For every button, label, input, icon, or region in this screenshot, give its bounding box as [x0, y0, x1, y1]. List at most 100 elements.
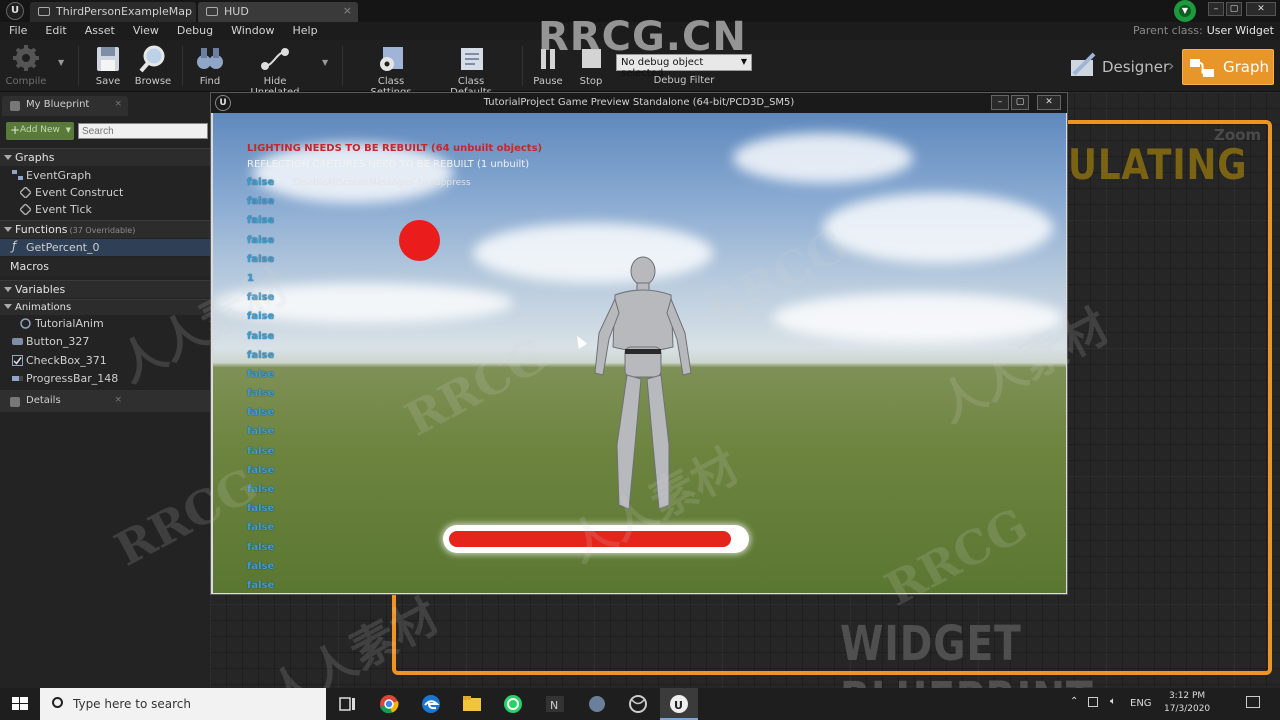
menu-asset[interactable]: Asset: [76, 22, 124, 37]
minimize-icon[interactable]: –: [991, 95, 1009, 110]
chevron-up-icon[interactable]: ⌃: [1070, 696, 1078, 707]
magnifier-icon: [137, 44, 169, 74]
close-icon[interactable]: ✕: [1037, 95, 1061, 110]
menu-window[interactable]: Window: [222, 22, 283, 37]
unreal-logo-icon[interactable]: U: [6, 2, 24, 20]
debug-print-line: false: [247, 426, 275, 438]
unreal-taskbar-item[interactable]: U: [660, 688, 698, 720]
menu-debug[interactable]: Debug: [168, 22, 222, 37]
class-defaults-button[interactable]: Class Defaults: [436, 44, 506, 98]
debug-print-line: false: [247, 253, 275, 265]
app-icon[interactable]: [585, 693, 609, 715]
close-tab-icon[interactable]: ×: [114, 99, 122, 109]
nvidia-app-icon[interactable]: N: [543, 693, 567, 715]
debug-print-line: false: [247, 445, 275, 457]
tutorial-anim-item[interactable]: TutorialAnim: [0, 315, 210, 332]
compile-label: Compile: [5, 76, 47, 87]
menu-help[interactable]: Help: [283, 22, 326, 37]
close-icon[interactable]: ✕: [1246, 2, 1276, 16]
overridable-count: (37 Overridable): [69, 226, 136, 235]
event-graph-item[interactable]: EventGraph: [0, 167, 210, 184]
maximize-icon[interactable]: ▢: [1011, 95, 1029, 110]
debug-print-line: false: [247, 522, 275, 534]
event-construct-item[interactable]: Event Construct: [0, 184, 210, 201]
red-circle-image: [399, 220, 440, 261]
close-tab-icon[interactable]: ×: [114, 395, 122, 405]
suppress-hint: 'DisableAllScreenMessages' to suppress: [291, 178, 471, 188]
find-button[interactable]: Find: [192, 44, 228, 87]
start-button[interactable]: [0, 688, 40, 720]
reflection-warning: REFLECTION CAPTURES NEED TO BE REBUILT (…: [247, 159, 530, 170]
parent-class-value: User Widget: [1206, 24, 1274, 37]
add-new-label: Add New: [20, 125, 60, 135]
notification-icon[interactable]: [1246, 696, 1260, 708]
button-variable-item[interactable]: Button_327: [0, 333, 210, 350]
gear-icon: [10, 44, 42, 74]
whatsapp-icon[interactable]: [501, 693, 525, 715]
variables-section[interactable]: Variables: [0, 280, 210, 298]
source-control-icon[interactable]: ▼: [1170, 0, 1198, 22]
graph-label: Graph: [1223, 58, 1270, 76]
get-percent-function-item[interactable]: ƒ GetPercent_0: [0, 239, 210, 256]
progressbar-variable-item[interactable]: ProgressBar_148: [0, 370, 210, 387]
maximize-icon[interactable]: ▢: [1226, 2, 1242, 16]
tab-details[interactable]: Details ×: [2, 392, 128, 412]
event-tick-item[interactable]: Event Tick: [0, 201, 210, 218]
graph-mode-button[interactable]: Graph: [1182, 49, 1274, 85]
browse-button[interactable]: Browse: [132, 44, 174, 87]
tab-thirdperson-map[interactable]: ThirdPersonExampleMap: [30, 2, 196, 22]
tab-label: My Blueprint: [26, 99, 90, 110]
menu-edit[interactable]: Edit: [36, 22, 75, 37]
minimize-icon[interactable]: –: [1208, 2, 1224, 16]
compile-dropdown-icon[interactable]: ▼: [58, 58, 64, 67]
search-input[interactable]: [78, 123, 208, 139]
clock-time: 3:12 PM: [1168, 691, 1206, 701]
game-viewport[interactable]: LIGHTING NEEDS TO BE REBUILT (64 unbuilt…: [213, 113, 1066, 593]
item-label: GetPercent_0: [26, 241, 100, 254]
taskbar-search-box[interactable]: Type here to search: [40, 688, 326, 720]
animations-section[interactable]: Animations: [0, 299, 210, 315]
hide-unrelated-button[interactable]: Hide Unrelated: [238, 44, 312, 98]
file-explorer-icon[interactable]: [460, 693, 484, 715]
close-tab-icon[interactable]: ×: [343, 4, 352, 17]
volume-icon[interactable]: 🔈︎: [1110, 696, 1116, 707]
debug-print-list: false false false false false 1 false false fals…: [247, 177, 287, 593]
menu-view[interactable]: View: [124, 22, 168, 37]
edge-icon[interactable]: [419, 693, 443, 715]
tab-my-blueprint[interactable]: My Blueprint ×: [2, 96, 128, 116]
language-indicator[interactable]: ENG: [1130, 698, 1152, 709]
debug-print-line: false: [247, 541, 275, 553]
menu-file[interactable]: File: [0, 22, 36, 37]
save-icon: [92, 44, 124, 74]
save-button[interactable]: Save: [90, 44, 126, 87]
tab-label: ThirdPersonExampleMap: [56, 5, 192, 18]
compile-button[interactable]: Compile: [4, 44, 48, 87]
stop-label: Stop: [579, 76, 603, 87]
designer-mode-button[interactable]: Designer: [1064, 50, 1174, 84]
details-icon: [10, 397, 20, 407]
class-settings-button[interactable]: Class Settings: [356, 44, 426, 98]
functions-section[interactable]: Functions (37 Overridable): [0, 220, 210, 238]
task-view-icon[interactable]: [336, 693, 360, 715]
tab-hud[interactable]: HUD ×: [198, 2, 358, 22]
debug-print-line: false: [247, 292, 275, 304]
hide-unrelated-dropdown-icon[interactable]: ▼: [322, 58, 328, 67]
system-tray: ⌃ 🔈︎ ENG 3:12 PM 17/3/2020: [1070, 688, 1280, 720]
clock[interactable]: 3:12 PM 17/3/2020: [1164, 690, 1210, 716]
graphs-section[interactable]: Graphs: [0, 148, 210, 166]
game-window-titlebar[interactable]: U TutorialProject Game Preview Standalon…: [211, 93, 1067, 113]
macros-section[interactable]: Macros: [0, 258, 210, 276]
chrome-icon[interactable]: [377, 693, 401, 715]
node-link-icon: [259, 44, 291, 74]
item-label: EventGraph: [26, 169, 92, 182]
network-icon[interactable]: [1088, 697, 1098, 707]
add-new-button[interactable]: + Add New ▼: [6, 122, 74, 140]
graph-icon: [12, 170, 23, 180]
debug-print-line: false: [247, 579, 275, 591]
chevron-down-icon: ▼: [65, 126, 71, 134]
checkbox-variable-item[interactable]: CheckBox_371: [0, 352, 210, 369]
svg-text:U: U: [674, 699, 683, 712]
browser-icon[interactable]: [626, 693, 650, 715]
debug-print-line: false: [247, 330, 275, 342]
svg-text:N: N: [550, 699, 558, 712]
